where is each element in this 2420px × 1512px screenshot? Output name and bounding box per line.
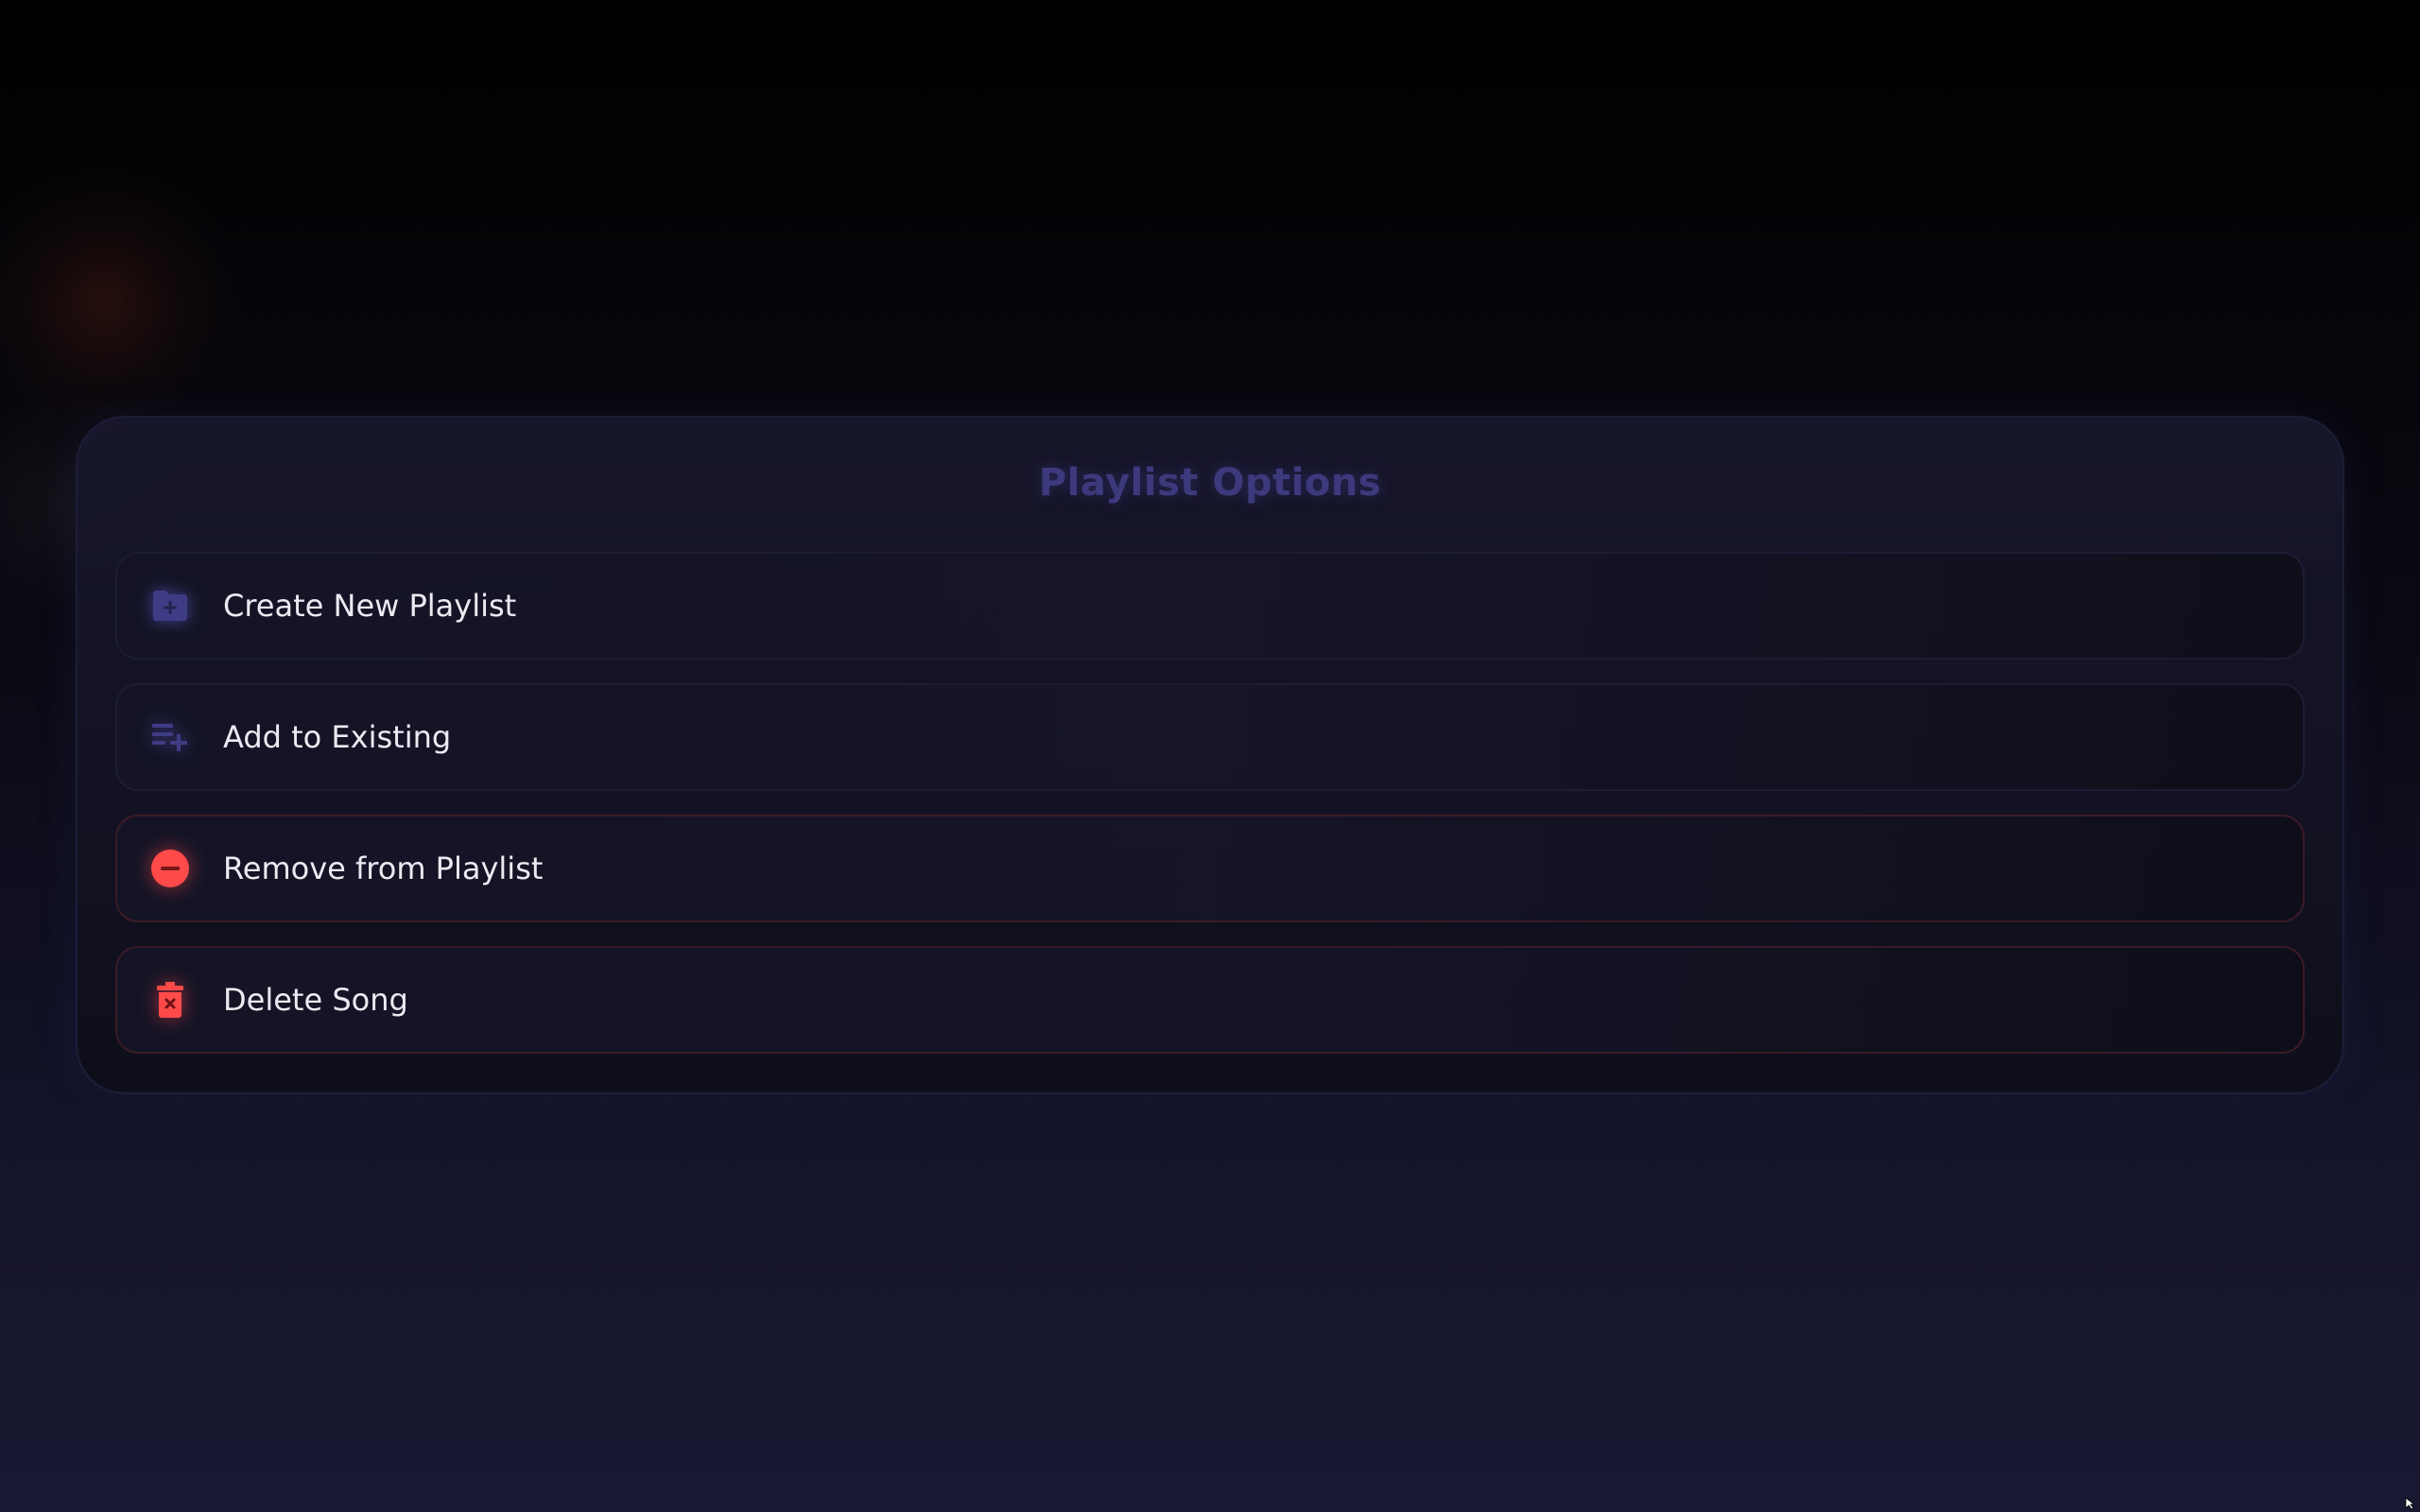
mouse-cursor-icon [2405, 1497, 2416, 1510]
remove-from-playlist-button[interactable]: Remove from Playlist [115, 815, 2305, 922]
option-label: Remove from Playlist [223, 850, 544, 886]
delete-song-button[interactable]: Delete Song [115, 946, 2305, 1054]
option-label: Delete Song [223, 982, 408, 1018]
playlist-add-icon [149, 716, 191, 758]
options-list: Create New Playlist Add to Existing Remo… [115, 552, 2305, 1077]
add-to-existing-button[interactable]: Add to Existing [115, 683, 2305, 791]
playlist-options-panel: Playlist Options Create New Playlist Add… [76, 416, 2344, 1094]
panel-title: Playlist Options [1038, 461, 1382, 505]
trash-icon [149, 979, 191, 1021]
background-glow [0, 161, 246, 444]
folder-plus-icon [149, 585, 191, 627]
option-label: Add to Existing [223, 719, 452, 755]
create-new-playlist-button[interactable]: Create New Playlist [115, 552, 2305, 660]
option-label: Create New Playlist [223, 588, 517, 624]
minus-circle-icon [149, 848, 191, 889]
